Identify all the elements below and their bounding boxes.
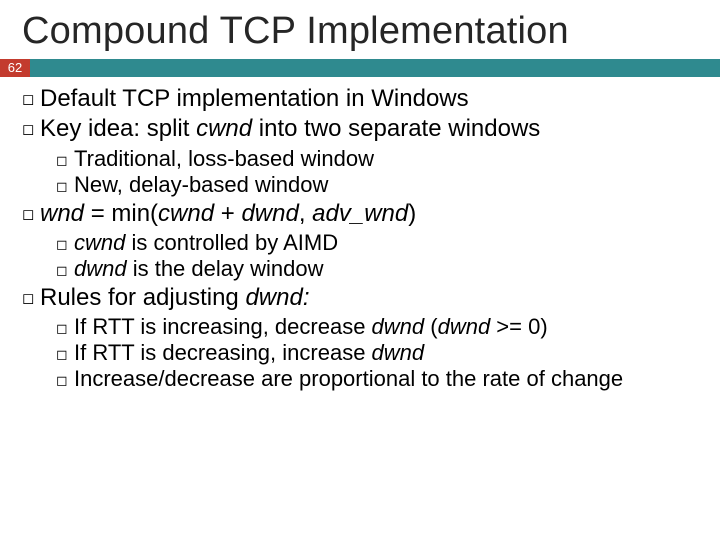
- bullet-2: ◻Key idea: split cwnd into two separate …: [22, 115, 698, 143]
- slide: Compound TCP Implementation 62 ◻Default …: [0, 0, 720, 540]
- bullet-2-sub-2: ◻New, delay-based window: [56, 172, 698, 198]
- bullet-icon: ◻: [22, 290, 40, 308]
- square-icon: ◻: [56, 152, 74, 169]
- sub-text: If RTT is increasing, decrease dwnd (dwn…: [74, 314, 548, 339]
- bullet-text: Key idea: split cwnd into two separate w…: [40, 115, 540, 142]
- square-icon: ◻: [56, 262, 74, 279]
- slide-body: ◻Default TCP implementation in Windows ◻…: [0, 77, 720, 392]
- sub-text: New, delay-based window: [74, 172, 328, 197]
- bullet-icon: ◻: [22, 206, 40, 224]
- bullet-4-sub-3: ◻Increase/decrease are proportional to t…: [56, 366, 698, 392]
- bullet-icon: ◻: [22, 91, 40, 109]
- bullet-3-sub-1: ◻cwnd is controlled by AIMD: [56, 230, 698, 256]
- stripe-bar: [30, 59, 720, 77]
- bullet-text: wnd = min(cwnd + dwnd, adv_wnd): [40, 200, 416, 227]
- square-icon: ◻: [56, 320, 74, 337]
- bullet-2-sub-1: ◻Traditional, loss-based window: [56, 146, 698, 172]
- sub-text: If RTT is decreasing, increase dwnd: [74, 340, 424, 365]
- square-icon: ◻: [56, 372, 74, 389]
- slide-number: 62: [0, 59, 30, 77]
- slide-title: Compound TCP Implementation: [0, 0, 720, 59]
- square-icon: ◻: [56, 346, 74, 363]
- bullet-icon: ◻: [22, 121, 40, 139]
- square-icon: ◻: [56, 236, 74, 253]
- bullet-4: ◻Rules for adjusting dwnd:: [22, 284, 698, 312]
- bullet-1: ◻Default TCP implementation in Windows: [22, 85, 698, 113]
- square-icon: ◻: [56, 178, 74, 195]
- bullet-text: Default TCP implementation in Windows: [40, 85, 469, 112]
- sub-text: dwnd is the delay window: [74, 256, 323, 281]
- bullet-text: Rules for adjusting dwnd:: [40, 284, 310, 311]
- bullet-4-sub-2: ◻If RTT is decreasing, increase dwnd: [56, 340, 698, 366]
- title-stripe: 62: [0, 59, 720, 77]
- bullet-3: ◻wnd = min(cwnd + dwnd, adv_wnd): [22, 200, 698, 228]
- bullet-4-sub-1: ◻If RTT is increasing, decrease dwnd (dw…: [56, 314, 698, 340]
- bullet-3-sub-2: ◻dwnd is the delay window: [56, 256, 698, 282]
- sub-text: Increase/decrease are proportional to th…: [74, 366, 623, 391]
- sub-text: cwnd is controlled by AIMD: [74, 230, 338, 255]
- sub-text: Traditional, loss-based window: [74, 146, 374, 171]
